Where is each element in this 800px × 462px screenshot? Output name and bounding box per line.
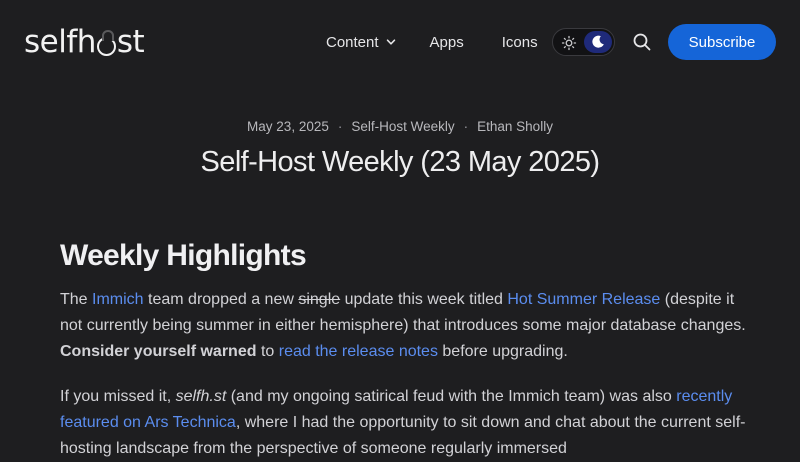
release-link[interactable]: Hot Summer Release xyxy=(507,291,660,308)
text: to xyxy=(256,343,279,360)
search-icon[interactable] xyxy=(632,32,652,52)
post-author-link[interactable]: Ethan Sholly xyxy=(477,119,553,134)
post-date: May 23, 2025 xyxy=(247,119,329,134)
nav-item-apps[interactable]: Apps xyxy=(430,34,464,51)
logo-text-suffix: st xyxy=(116,24,145,60)
nav-label: Icons xyxy=(501,33,538,51)
meta-separator: · xyxy=(463,119,469,134)
text: team dropped a new xyxy=(143,291,299,308)
italic-text: selfh.st xyxy=(175,388,227,405)
release-notes-link[interactable]: read the release notes xyxy=(279,343,438,360)
dark-mode-indicator xyxy=(584,31,612,53)
section-heading: Weekly Highlights xyxy=(60,239,307,272)
text: before upgrading. xyxy=(437,343,568,360)
site-header: selfh st Content Apps Icons Subscribe xyxy=(0,0,800,84)
main-nav: Content Apps Icons xyxy=(326,30,538,54)
article-paragraph: If you missed it, selfh.st (and my ongoi… xyxy=(60,384,750,462)
post-category-link[interactable]: Self-Host Weekly xyxy=(351,119,454,134)
struck-text: single xyxy=(298,291,341,308)
subscribe-button[interactable]: Subscribe xyxy=(668,24,776,60)
bold-text: Consider yourself warned xyxy=(60,343,257,360)
text: (and my ongoing satirical feud with the … xyxy=(226,388,677,405)
text: update this week titled xyxy=(340,291,508,308)
theme-toggle[interactable] xyxy=(552,28,615,56)
chevron-down-icon xyxy=(386,39,395,45)
post-meta: May 23, 2025 · Self-Host Weekly · Ethan … xyxy=(0,119,800,134)
text: If you missed it, xyxy=(60,388,176,405)
sun-icon xyxy=(561,35,577,51)
text: The xyxy=(60,291,93,308)
moon-icon xyxy=(592,35,604,48)
nav-label: Content xyxy=(326,33,379,51)
nav-label: Apps xyxy=(429,33,464,51)
logo-text-prefix: selfh xyxy=(24,24,96,60)
immich-link[interactable]: Immich xyxy=(92,291,144,308)
nav-item-content[interactable]: Content xyxy=(326,34,396,51)
nav-item-icons[interactable]: Icons xyxy=(502,34,538,51)
logo-o-mark xyxy=(96,29,116,56)
page-title: Self-Host Weekly (23 May 2025) xyxy=(200,146,601,178)
site-logo[interactable]: selfh st xyxy=(24,22,145,62)
meta-separator: · xyxy=(337,119,343,134)
article-paragraph: The Immich team dropped a new single upd… xyxy=(60,287,750,365)
